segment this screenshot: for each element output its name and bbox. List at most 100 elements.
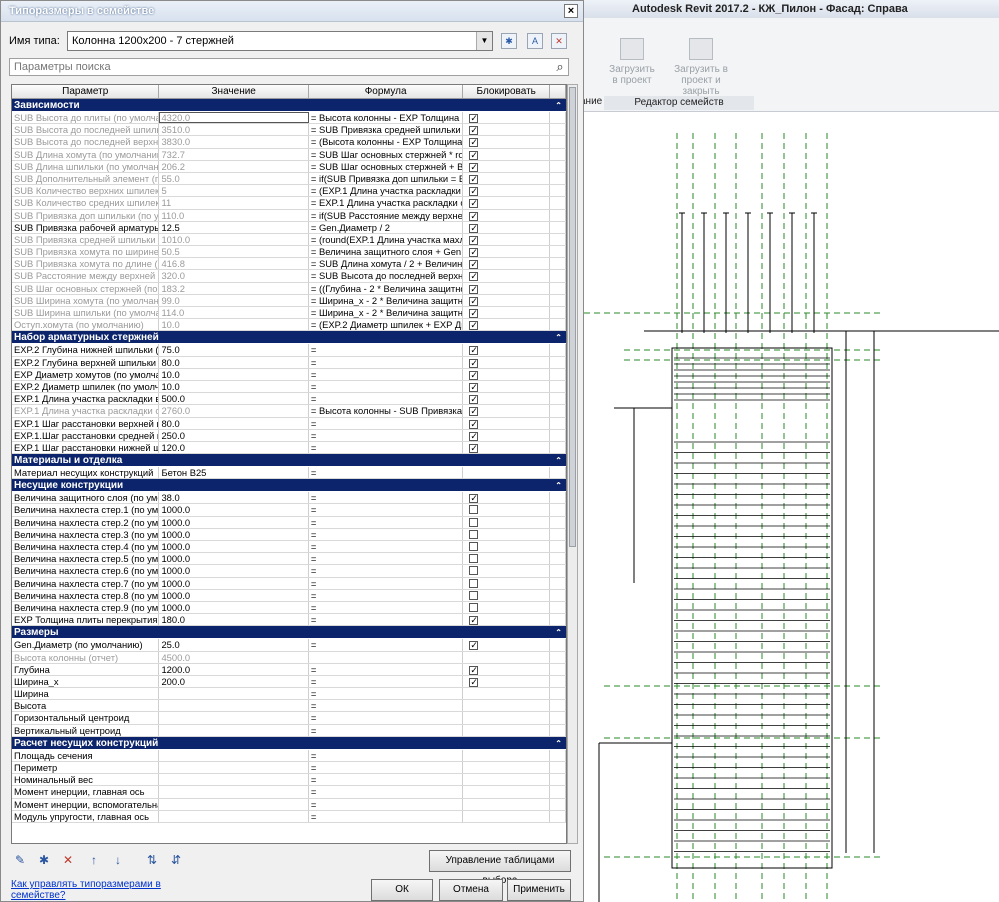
lock-checkbox[interactable]: ✓ — [469, 382, 479, 392]
value-cell[interactable]: 75.0 — [159, 344, 309, 356]
value-cell[interactable]: 5 — [159, 185, 309, 197]
formula-cell[interactable]: = — [309, 700, 464, 712]
value-cell[interactable]: 1000.0 — [159, 601, 309, 614]
formula-cell[interactable]: = — [309, 565, 464, 577]
value-cell[interactable]: 12.5 — [159, 221, 309, 233]
collapse-icon[interactable]: ⌃ — [555, 626, 562, 639]
formula-cell[interactable]: = — [309, 368, 464, 380]
formula-cell[interactable]: = ((Глубина - 2 * Величина защитног — [309, 282, 464, 294]
formula-cell[interactable]: = — [309, 614, 464, 626]
collapse-icon[interactable]: ⌃ — [555, 737, 562, 750]
value-cell[interactable]: 80.0 — [159, 417, 309, 429]
value-cell[interactable]: 1000.0 — [159, 504, 309, 516]
value-cell[interactable]: 110.0 — [159, 209, 309, 221]
value-cell[interactable]: 114.0 — [159, 307, 309, 319]
formula-cell[interactable]: = — [309, 504, 464, 516]
new-parameter-icon[interactable]: ✱ — [35, 851, 53, 869]
value-cell[interactable]: 250.0 — [159, 429, 309, 441]
lock-checkbox[interactable]: ✓ — [469, 395, 479, 405]
sort-descending-icon[interactable]: ⇵ — [167, 851, 185, 869]
lock-checkbox[interactable]: ✓ — [469, 443, 479, 453]
formula-cell[interactable]: = — [309, 528, 464, 540]
value-cell[interactable]: 200.0 — [159, 675, 309, 688]
formula-cell[interactable]: = — [309, 762, 464, 774]
scrollbar-thumb[interactable] — [569, 87, 576, 547]
search-icon[interactable]: ⌕ — [551, 58, 569, 76]
lock-checkbox[interactable]: ✓ — [469, 223, 479, 233]
formula-cell[interactable]: = Высота колонны - EXP Толщина пл — [309, 112, 464, 124]
value-cell[interactable]: 1000.0 — [159, 516, 309, 528]
formula-cell[interactable]: = — [309, 724, 464, 736]
value-cell[interactable]: 4320.0 — [159, 112, 309, 124]
lock-checkbox[interactable]: ✓ — [469, 260, 479, 270]
formula-cell[interactable]: = (EXP.2 Диаметр шпилек + EXP Диа — [309, 319, 464, 331]
lock-checkbox[interactable]: ✓ — [469, 407, 479, 417]
value-cell[interactable]: 99.0 — [159, 294, 309, 306]
group-header[interactable]: Зависимости ⌃ — [12, 99, 566, 112]
value-cell[interactable]: 50.5 — [159, 246, 309, 258]
formula-cell[interactable]: = EXP.1 Длина участка раскладки ср — [309, 197, 464, 209]
formula-cell[interactable]: = if(SUB Привязка доп шпильки = EX — [309, 172, 464, 185]
value-cell[interactable] — [159, 724, 309, 736]
lock-checkbox[interactable]: ✓ — [469, 346, 479, 356]
formula-cell[interactable]: = Gen.Диаметр / 2 — [309, 221, 464, 233]
collapse-icon[interactable]: ⌃ — [555, 479, 562, 492]
formula-cell[interactable]: = — [309, 786, 464, 798]
value-cell[interactable]: 416.8 — [159, 258, 309, 270]
collapse-icon[interactable]: ⌃ — [555, 454, 562, 467]
elevation-drawing-canvas[interactable] — [584, 113, 999, 902]
group-header[interactable]: Набор арматурных стержней ⌃ — [12, 331, 566, 345]
load-into-project-button[interactable]: Загрузить в проект — [606, 38, 658, 86]
formula-cell[interactable]: = — [309, 429, 464, 441]
lock-checkbox[interactable] — [469, 602, 479, 612]
value-cell[interactable]: 2760.0 — [159, 405, 309, 417]
lock-checkbox[interactable]: ✓ — [469, 235, 479, 245]
formula-cell[interactable]: = SUB Высота до последней верхней — [309, 270, 464, 282]
value-cell[interactable]: 732.7 — [159, 148, 309, 160]
lock-checkbox[interactable]: ✓ — [469, 211, 479, 221]
value-cell[interactable] — [159, 798, 309, 810]
formula-cell[interactable]: = — [309, 516, 464, 528]
value-cell[interactable] — [159, 700, 309, 712]
lock-checkbox[interactable] — [469, 554, 479, 564]
cancel-button[interactable]: Отмена — [439, 879, 503, 901]
lock-checkbox[interactable] — [469, 517, 479, 527]
value-cell[interactable]: 1000.0 — [159, 565, 309, 577]
help-link[interactable]: Как управлять типоразмерами в семействе? — [11, 879, 171, 901]
formula-cell[interactable]: = — [309, 712, 464, 724]
lock-checkbox[interactable]: ✓ — [469, 126, 479, 136]
value-cell[interactable]: 10.0 — [159, 319, 309, 331]
move-down-icon[interactable]: ↓ — [109, 851, 127, 869]
lock-checkbox[interactable]: ✓ — [469, 419, 479, 429]
collapse-icon[interactable]: ⌃ — [555, 99, 562, 112]
formula-cell[interactable]: = Ширина_х - 2 * Величина защитно — [309, 307, 464, 319]
lock-checkbox[interactable]: ✓ — [469, 616, 479, 626]
value-cell[interactable]: 120.0 — [159, 441, 309, 454]
type-name-select[interactable]: Колонна 1200х200 - 7 стержней ▼ — [67, 31, 493, 51]
load-and-close-button[interactable]: Загрузить в проект и закрыть — [666, 38, 736, 97]
lock-checkbox[interactable]: ✓ — [469, 199, 479, 209]
value-cell[interactable]: 206.2 — [159, 160, 309, 172]
lock-checkbox[interactable]: ✓ — [469, 150, 479, 160]
formula-cell[interactable]: = — [309, 344, 464, 356]
lock-checkbox[interactable]: ✓ — [469, 296, 479, 306]
value-cell[interactable]: 80.0 — [159, 356, 309, 368]
formula-cell[interactable]: = — [309, 356, 464, 368]
group-header[interactable]: Размеры ⌃ — [12, 626, 566, 640]
formula-cell[interactable]: = SUB Привязка средней шпильки + — [309, 124, 464, 136]
value-cell[interactable]: Бетон B25 — [159, 467, 309, 479]
chevron-down-icon[interactable]: ▼ — [476, 32, 492, 50]
formula-cell[interactable]: = — [309, 467, 464, 479]
value-cell[interactable]: 4500.0 — [159, 651, 309, 663]
formula-cell[interactable]: = SUB Длина хомута / 2 + Величина з — [309, 258, 464, 270]
formula-cell[interactable]: = if(SUB Расстояние между верхней — [309, 209, 464, 221]
formula-cell[interactable]: = SUB Шаг основных стержней + Вел — [309, 160, 464, 172]
value-cell[interactable]: 11 — [159, 197, 309, 209]
grid-scrollbar[interactable] — [567, 84, 578, 844]
formula-cell[interactable]: = (EXP.1 Длина участка раскладки в — [309, 185, 464, 197]
value-cell[interactable]: 1000.0 — [159, 577, 309, 589]
formula-cell[interactable]: = — [309, 577, 464, 589]
lock-checkbox[interactable] — [469, 542, 479, 551]
formula-cell[interactable]: = — [309, 541, 464, 553]
value-cell[interactable] — [159, 810, 309, 822]
